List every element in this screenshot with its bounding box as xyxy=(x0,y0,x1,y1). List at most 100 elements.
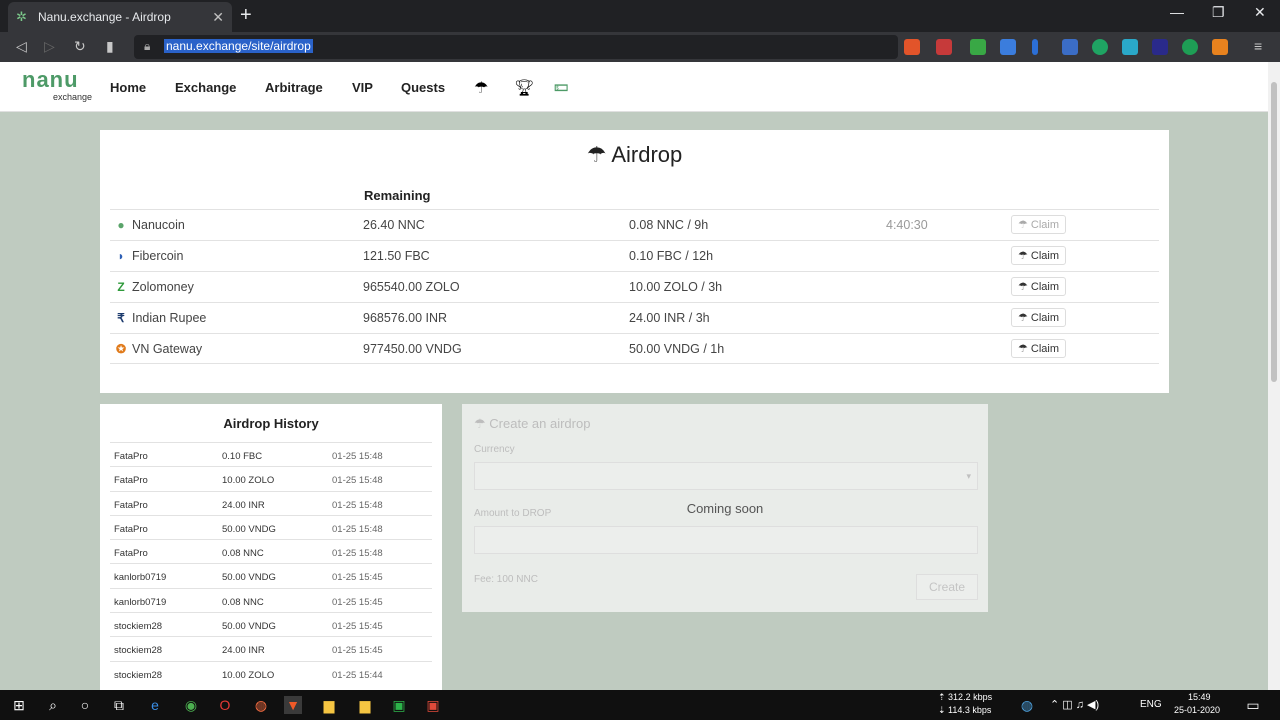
back-icon[interactable]: ◁ xyxy=(16,38,27,55)
drop-rate: 24.00 INR / 3h xyxy=(629,311,710,325)
parachute-icon: ☂ xyxy=(1018,250,1031,262)
nav-quests[interactable]: Quests xyxy=(401,80,445,95)
history-row: FataPro 24.00 INR 01-25 15:48 xyxy=(110,490,432,515)
parachute-icon: ☂ xyxy=(1018,219,1031,231)
remaining-amount: 968576.00 INR xyxy=(363,311,448,325)
history-time: 01-25 15:48 xyxy=(332,523,383,535)
task-view-icon[interactable]: ⧉ xyxy=(110,696,128,714)
claim-button[interactable]: ☂ Claim xyxy=(1011,308,1067,327)
create-button[interactable]: Create xyxy=(916,574,978,600)
clock-date[interactable]: 25-01-2020 xyxy=(1174,705,1220,715)
extension-icon[interactable] xyxy=(1062,39,1078,55)
clock-time[interactable]: 15:49 xyxy=(1188,692,1211,702)
tab-close-icon[interactable]: ✕ xyxy=(212,9,224,26)
windows-start-icon[interactable]: ⊞ xyxy=(10,696,28,714)
brave-rewards-icon[interactable] xyxy=(936,39,952,55)
claim-button[interactable]: ☂ Claim xyxy=(1011,277,1067,296)
currency-label: Currency xyxy=(474,444,515,455)
parachute-icon[interactable]: ☂ xyxy=(474,78,488,98)
new-tab-button[interactable]: + xyxy=(240,4,252,27)
close-window-button[interactable]: ✕ xyxy=(1254,4,1266,21)
brave-icon[interactable]: ▼ xyxy=(284,696,302,714)
bookmark-icon[interactable]: ▮ xyxy=(106,38,114,55)
history-amount: 24.00 INR xyxy=(222,499,265,511)
history-user: stockiem28 xyxy=(114,645,163,657)
page-scrollbar[interactable] xyxy=(1268,62,1280,690)
scrollbar-thumb[interactable] xyxy=(1271,82,1277,382)
history-amount: 10.00 ZOLO xyxy=(222,669,275,681)
history-user: stockiem28 xyxy=(114,669,163,681)
tab-title: Nanu.exchange - Airdrop xyxy=(38,10,171,24)
money-icon[interactable]: 💵︎ xyxy=(554,78,568,96)
tray-app-icon[interactable]: ◍ xyxy=(1018,696,1036,714)
edge-icon[interactable]: e xyxy=(146,696,164,714)
file-explorer-icon[interactable]: ▆ xyxy=(320,696,338,714)
metamask-icon[interactable] xyxy=(1212,39,1228,55)
search-icon[interactable]: ⌕ xyxy=(44,696,62,714)
history-row: FataPro 50.00 VNDG 01-25 15:48 xyxy=(110,514,432,539)
claim-button[interactable]: ☂ Claim xyxy=(1011,215,1067,234)
extension-icon[interactable] xyxy=(1152,39,1168,55)
coin-name: VN Gateway xyxy=(132,342,203,356)
remaining-amount: 26.40 NNC xyxy=(363,218,425,232)
address-bar[interactable]: 🔒︎ nanu.exchange/site/airdrop xyxy=(134,35,898,59)
cortana-icon[interactable]: ○ xyxy=(76,696,94,714)
opera-icon[interactable]: O xyxy=(216,696,234,714)
amount-input[interactable] xyxy=(474,526,978,554)
windows-taskbar: ⊞ ⌕ ○ ⧉ e ◉ O ◍ ▼ ▆ ▆ ▣ ▣ ⇡ 312.2 kbps ⇣… xyxy=(0,690,1280,720)
currency-select[interactable]: ▾ xyxy=(474,462,978,490)
history-amount: 24.00 INR xyxy=(222,645,265,657)
url-text[interactable]: nanu.exchange/site/airdrop xyxy=(164,39,313,53)
extension-icon[interactable] xyxy=(1000,39,1016,55)
fee-label: Fee: 100 NNC xyxy=(474,574,538,585)
drop-rate: 50.00 VNDG / 1h xyxy=(629,342,725,356)
extension-icon[interactable] xyxy=(970,39,986,55)
history-user: FataPro xyxy=(114,548,148,560)
parachute-icon: ☂ xyxy=(1018,281,1031,293)
claim-button[interactable]: ☂ Claim xyxy=(1011,246,1067,265)
nav-arbitrage[interactable]: Arbitrage xyxy=(265,80,323,95)
grammarly-icon[interactable] xyxy=(1092,39,1108,55)
brave-shield-icon[interactable] xyxy=(904,39,920,55)
history-time: 01-25 15:48 xyxy=(332,475,383,487)
tray-icons[interactable]: ⌃ ◫ ♫ ◀) xyxy=(1050,698,1099,711)
history-row: stockiem28 50.00 VNDG 01-25 15:45 xyxy=(110,612,432,636)
app-icon[interactable]: ▣ xyxy=(424,696,442,714)
history-row: kanlorb0719 0.08 NNC 01-25 15:45 xyxy=(110,587,432,612)
download-speed: ⇣ 114.3 kbps xyxy=(938,705,992,715)
history-user: kanlorb0719 xyxy=(114,572,167,584)
remaining-amount: 965540.00 ZOLO xyxy=(363,280,460,294)
menu-icon[interactable]: ≡ xyxy=(1254,38,1262,54)
language-indicator[interactable]: ENG xyxy=(1140,699,1162,710)
claim-button[interactable]: ☂ Claim xyxy=(1011,339,1067,358)
remaining-header: Remaining xyxy=(364,188,431,203)
history-user: stockiem28 xyxy=(114,621,163,633)
chrome-icon[interactable]: ◉ xyxy=(182,696,200,714)
extension-icon[interactable] xyxy=(1032,39,1038,55)
trophy-icon[interactable]: 🏆︎ xyxy=(514,78,534,98)
coin-name: Fibercoin xyxy=(132,249,184,263)
history-row: FataPro 0.10 FBC 01-25 15:48 xyxy=(110,442,432,466)
browser-tab[interactable]: ✲ Nanu.exchange - Airdrop ✕ xyxy=(8,2,232,32)
nav-exchange[interactable]: Exchange xyxy=(175,80,236,95)
extension-icon[interactable] xyxy=(1182,39,1198,55)
history-time: 01-25 15:45 xyxy=(332,645,383,657)
browser-toolbar: ◁ ▷ ↻ ▮ 🔒︎ nanu.exchange/site/airdrop ≡ xyxy=(0,32,1280,62)
reload-icon[interactable]: ↻ xyxy=(74,38,86,55)
minimize-button[interactable]: — xyxy=(1170,4,1184,20)
firefox-icon[interactable]: ◍ xyxy=(252,696,270,714)
folder-icon[interactable]: ▆ xyxy=(356,696,374,714)
nav-home[interactable]: Home xyxy=(110,80,146,95)
nav-vip[interactable]: VIP xyxy=(352,80,373,95)
site-favicon-icon: ✲ xyxy=(16,9,27,24)
coin-name: Zolomoney xyxy=(132,280,194,294)
parachute-icon: ☂ xyxy=(1018,312,1031,324)
app-icon[interactable]: ▣ xyxy=(390,696,408,714)
forward-icon[interactable]: ▷ xyxy=(44,38,55,55)
extension-icon[interactable] xyxy=(1122,39,1138,55)
airdrop-title: ☂ Airdrop xyxy=(586,142,683,167)
maximize-button[interactable]: ❐ xyxy=(1212,4,1225,21)
coin-icon: Z xyxy=(117,280,125,294)
nanu-logo[interactable]: nanu exchange xyxy=(22,69,92,104)
notifications-icon[interactable]: ▭ xyxy=(1244,696,1262,714)
